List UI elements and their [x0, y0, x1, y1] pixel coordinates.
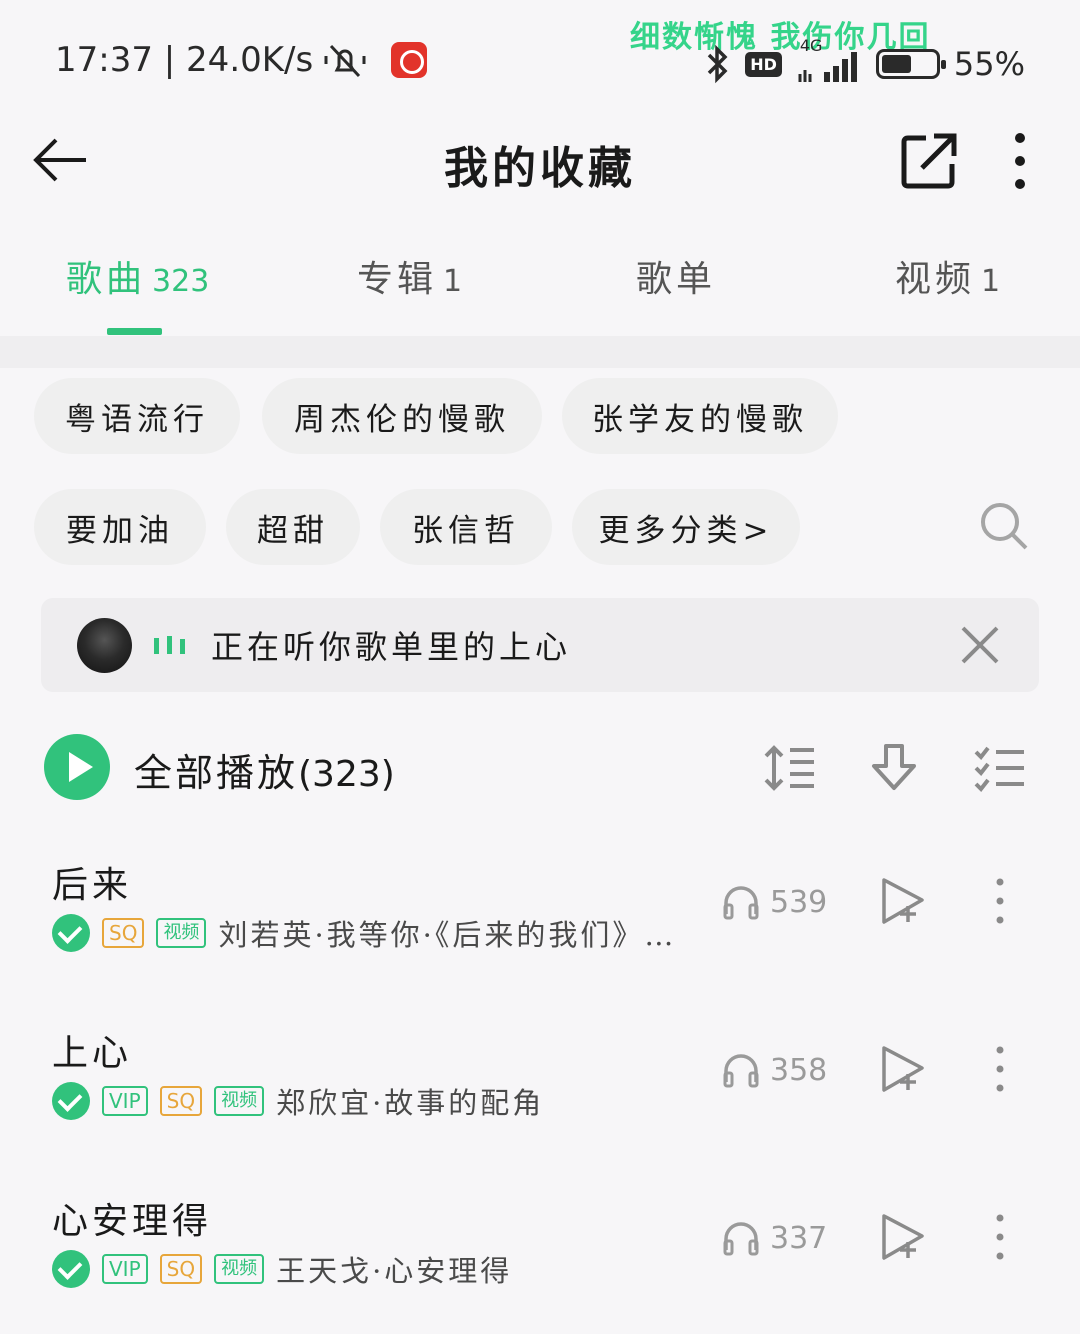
search-icon[interactable]: [978, 500, 1030, 552]
time-speed: 17:37 | 24.0K/s: [55, 40, 314, 80]
play-count-value: 539: [770, 884, 828, 920]
tab-label: 专辑: [357, 259, 438, 300]
section-divider: [0, 336, 1080, 368]
sq-tag: SQ: [102, 918, 145, 948]
song-title: 上心: [52, 1033, 133, 1074]
tab-playlists[interactable]: 歌单: [636, 250, 716, 302]
song-meta: SQ 视频 刘若英·我等你·《后来的我们》电影原声…: [52, 912, 704, 954]
more-vertical-icon[interactable]: [990, 876, 1010, 926]
download-icon[interactable]: [866, 742, 922, 794]
tab-songs[interactable]: 歌曲 323: [66, 250, 209, 302]
downloaded-check-icon: [52, 914, 90, 952]
tab-albums[interactable]: 专辑 1: [357, 250, 462, 302]
tab-bar: 歌曲 323 专辑 1 歌单 视频 1: [0, 240, 1080, 336]
artist-album: 刘若英·我等你·《后来的我们》电影原声…: [218, 918, 705, 952]
status-bar: 17:37 | 24.0K/s 细数惭愧 我伤你几回 HD 4G 55%: [0, 0, 1080, 110]
song-title: 后来: [52, 865, 133, 906]
hd-badge: HD: [745, 51, 782, 77]
headphones-icon: [723, 1054, 759, 1088]
song-row[interactable]: 后来 SQ 视频 刘若英·我等你·《后来的我们》电影原声… 539: [0, 856, 1080, 1006]
status-left: 17:37 | 24.0K/s: [55, 40, 428, 80]
more-vertical-icon[interactable]: [1000, 130, 1040, 192]
vip-tag: VIP: [102, 1086, 148, 1116]
downloaded-check-icon: [52, 1082, 90, 1120]
video-tag[interactable]: 视频: [214, 1254, 265, 1284]
play-all-count: (323): [298, 754, 395, 795]
status-right: HD 4G 55%: [705, 36, 1025, 84]
tab-count: 323: [152, 264, 210, 299]
battery-fill: [881, 55, 911, 73]
category-chip[interactable]: 周杰伦的慢歌: [262, 378, 542, 454]
artist-album: 王天戈·心安理得: [276, 1254, 513, 1288]
tab-count: 1: [443, 264, 463, 299]
play-count-value: 358: [770, 1052, 828, 1088]
tab-label: 视频: [895, 259, 976, 300]
tab-label: 歌单: [636, 259, 717, 300]
play-all-label[interactable]: 全部播放(323): [134, 742, 395, 797]
video-tag[interactable]: 视频: [214, 1086, 265, 1116]
vip-tag: VIP: [102, 1254, 148, 1284]
play-all-button[interactable]: [44, 734, 110, 800]
downloaded-check-icon: [52, 1250, 90, 1288]
video-tag[interactable]: 视频: [156, 918, 207, 948]
multi-select-icon[interactable]: [972, 742, 1028, 794]
category-chip[interactable]: 张学友的慢歌: [562, 378, 838, 454]
headphones-icon: [723, 1222, 759, 1256]
sort-icon[interactable]: [762, 742, 818, 794]
tab-label: 歌曲: [66, 259, 147, 300]
signal-icon: 4G: [796, 36, 862, 84]
close-icon[interactable]: [959, 624, 1001, 666]
add-to-playlist-icon[interactable]: [878, 1212, 928, 1262]
battery-percent: 55%: [953, 45, 1025, 83]
song-row[interactable]: 上心 VIP SQ 视频 郑欣宜·故事的配角 358: [0, 1024, 1080, 1174]
more-categories-chip[interactable]: 更多分类>: [572, 489, 800, 565]
song-title: 心安理得: [52, 1201, 213, 1242]
equalizer-icon: [154, 636, 185, 654]
play-count: 358: [722, 1052, 827, 1088]
header: 我的收藏: [0, 110, 1080, 210]
category-chip[interactable]: 粤语流行: [34, 378, 240, 454]
play-count-value: 337: [770, 1220, 828, 1256]
song-row[interactable]: 心安理得 VIP SQ 视频 王天戈·心安理得 337: [0, 1192, 1080, 1334]
headphones-icon: [723, 886, 759, 920]
song-meta: VIP SQ 视频 郑欣宜·故事的配角: [52, 1080, 544, 1122]
play-all-text: 全部播放: [134, 751, 299, 795]
now-playing-banner[interactable]: 正在听你歌单里的上心: [41, 598, 1039, 692]
add-to-playlist-icon[interactable]: [878, 876, 928, 926]
more-vertical-icon[interactable]: [990, 1212, 1010, 1262]
active-tab-indicator: [107, 328, 162, 335]
sq-tag: SQ: [159, 1254, 203, 1284]
tab-count: 1: [981, 264, 1001, 299]
app-notification-icon: [391, 42, 428, 78]
song-meta: VIP SQ 视频 王天戈·心安理得: [52, 1248, 512, 1290]
share-icon[interactable]: [898, 130, 960, 192]
more-vertical-icon[interactable]: [990, 1044, 1010, 1094]
now-playing-text: 正在听你歌单里的上心: [211, 628, 572, 666]
category-chip[interactable]: 要加油: [34, 489, 206, 565]
play-count: 337: [722, 1220, 827, 1256]
category-chip[interactable]: 超甜: [226, 489, 360, 565]
sq-tag: SQ: [159, 1086, 203, 1116]
now-playing-cover: [77, 618, 132, 673]
mute-bell-icon: [324, 44, 366, 78]
artist-album: 郑欣宜·故事的配角: [276, 1086, 545, 1120]
add-to-playlist-icon[interactable]: [878, 1044, 928, 1094]
tab-videos[interactable]: 视频 1: [895, 250, 1000, 302]
play-count: 539: [722, 884, 827, 920]
battery-icon: [875, 49, 946, 79]
category-chip[interactable]: 张信哲: [380, 489, 552, 565]
bluetooth-icon: [707, 44, 728, 84]
